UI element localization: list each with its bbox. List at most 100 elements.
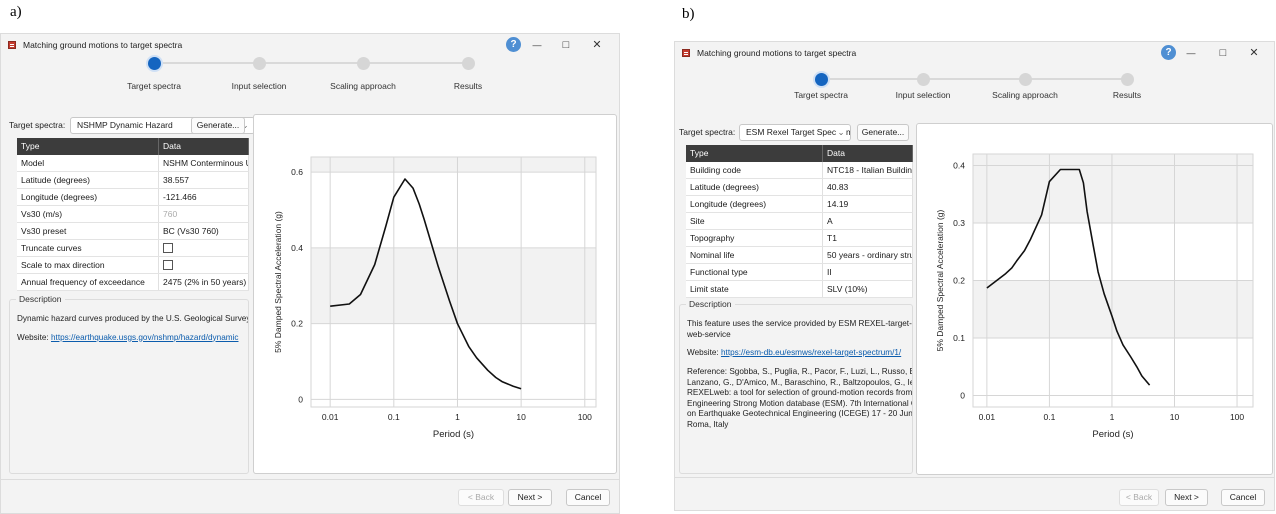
x-axis-label: Period (s) [1092,429,1133,440]
y-tick-label: 0.1 [953,333,965,343]
row-value[interactable] [159,257,249,273]
table-row[interactable]: Latitude (degrees) 40.83 [686,179,913,196]
x-tick-label: 0.1 [1044,412,1056,422]
x-tick-label: 10 [1170,412,1180,422]
column-header[interactable]: Data [159,138,249,155]
row-label: Scale to max direction [17,257,159,273]
back-button[interactable]: < Back [1119,489,1159,506]
row-value[interactable]: T1 [823,230,913,246]
table-row[interactable]: Vs30 preset BC (Vs30 760) [17,223,249,240]
y-tick-label: 0 [298,394,303,404]
description-group: Description Dynamic hazard curves produce… [9,294,249,474]
step-indicator [253,57,266,70]
table-row[interactable]: Limit state SLV (10%) [686,281,913,298]
reference-text: Roma, Italy [687,419,729,429]
row-value[interactable]: NSHM Conterminous U [159,155,249,171]
table-row[interactable]: Latitude (degrees) 38.557 [17,172,249,189]
table-row[interactable]: Site A [686,213,913,230]
table-row[interactable]: Model NSHM Conterminous U [17,155,249,172]
checkbox[interactable] [163,260,173,271]
row-value[interactable]: 40.83 [823,179,913,195]
row-label: Longitude (degrees) [686,196,823,212]
column-header[interactable]: Type [17,138,159,155]
x-tick-label: 0.01 [322,412,339,422]
x-tick-label: 10 [516,412,526,422]
x-tick-label: 1 [455,412,460,422]
table-row[interactable]: Building code NTC18 - Italian Building [686,162,913,179]
cancel-button[interactable]: Cancel [566,489,610,506]
footer-divider [1,479,619,480]
step-indicator [357,57,370,70]
website-line: Website: https://earthquake.usgs.gov/nsh… [17,333,248,344]
table-header: Type Data [686,145,913,162]
row-value[interactable] [159,240,249,256]
row-value[interactable]: SLV (10%) [823,281,913,297]
description-title: Description [686,299,735,309]
table-row[interactable]: Annual frequency of exceedance 2475 (2% i… [17,274,249,291]
row-label: Annual frequency of exceedance [17,274,159,290]
description-text: Dynamic hazard curves produced by the U.… [17,314,248,323]
checkbox[interactable] [163,243,173,254]
step-indicator [148,57,161,70]
row-value[interactable]: 50 years - ordinary struc [823,247,913,263]
wizard-stepper: Target spectra Input selection Scaling app… [675,42,1274,112]
step-indicator [462,57,475,70]
column-header[interactable]: Type [686,145,823,162]
x-tick-label: 1 [1110,412,1115,422]
row-label: Site [686,213,823,229]
table-row[interactable]: Vs30 (m/s) 760 [17,206,249,223]
row-value[interactable]: II [823,264,913,280]
row-label: Truncate curves [17,240,159,256]
row-value[interactable]: BC (Vs30 760) [159,223,249,239]
table-row[interactable]: Longitude (degrees) -121.466 [17,189,249,206]
y-tick-label: 0.4 [953,161,965,171]
row-label: Latitude (degrees) [686,179,823,195]
reference-text: Engineering Strong Motion database (ESM)… [687,398,912,408]
website-link[interactable]: https://earthquake.usgs.gov/nshmp/hazard… [51,333,239,342]
back-button[interactable]: < Back [458,489,504,506]
target-spectra-select[interactable]: ESM Rexel Target Spectrum ⌄ [739,124,851,141]
row-value[interactable]: 14.19 [823,196,913,212]
reference-text: Reference: Sgobba, S., Puglia, R., Pacor… [687,367,912,376]
table-row[interactable]: Truncate curves [17,240,249,257]
generate-button[interactable]: Generate... [191,117,245,134]
table-row[interactable]: Scale to max direction [17,257,249,274]
y-tick-label: 0 [960,391,965,401]
row-label: Limit state [686,281,823,297]
row-label: Vs30 preset [17,223,159,239]
next-button[interactable]: Next > [508,489,552,506]
table-row[interactable]: Nominal life 50 years - ordinary struc [686,247,913,264]
description-group: Description This feature uses the service… [679,299,913,474]
step-label: Target spectra [127,81,181,91]
row-label: Model [17,155,159,171]
row-value[interactable]: 760 [159,206,249,222]
row-value[interactable]: NTC18 - Italian Building [823,162,913,178]
y-axis-label: 5% Damped Spectral Acceleration (g) [935,209,945,351]
table-row[interactable]: Longitude (degrees) 14.19 [686,196,913,213]
table-row[interactable]: Functional type II [686,264,913,281]
step-indicator [1121,73,1134,86]
generate-button[interactable]: Generate... [857,124,909,141]
table-row[interactable]: Topography T1 [686,230,913,247]
table-header: Type Data [17,138,249,155]
next-button[interactable]: Next > [1165,489,1208,506]
cancel-button[interactable]: Cancel [1221,489,1265,506]
row-value[interactable]: -121.466 [159,189,249,205]
y-tick-label: 0.3 [953,218,965,228]
website-link[interactable]: https://esm-db.eu/esmws/rexel-target-spe… [721,348,901,357]
row-value[interactable]: A [823,213,913,229]
target-spectra-label: Target spectra: [9,120,66,130]
y-tick-label: 0.6 [291,167,303,177]
chart-svg: 0.01 0.1 1 10 100 0 0.2 0.4 0.6 Period (s) 5% Damp… [273,156,597,440]
plot-band [973,154,1253,166]
row-value[interactable]: 38.557 [159,172,249,188]
description-title: Description [16,294,65,304]
website-label: Website: [17,332,49,342]
row-value[interactable]: 2475 (2% in 50 years) [159,274,249,290]
description-text: web-service [687,329,731,339]
dialog-window: Matching ground motions to target spectr… [674,41,1275,511]
footer-divider [675,477,1274,478]
description-text: This feature uses the service provided b… [687,319,912,328]
column-header[interactable]: Data [823,145,913,162]
row-label: Building code [686,162,823,178]
